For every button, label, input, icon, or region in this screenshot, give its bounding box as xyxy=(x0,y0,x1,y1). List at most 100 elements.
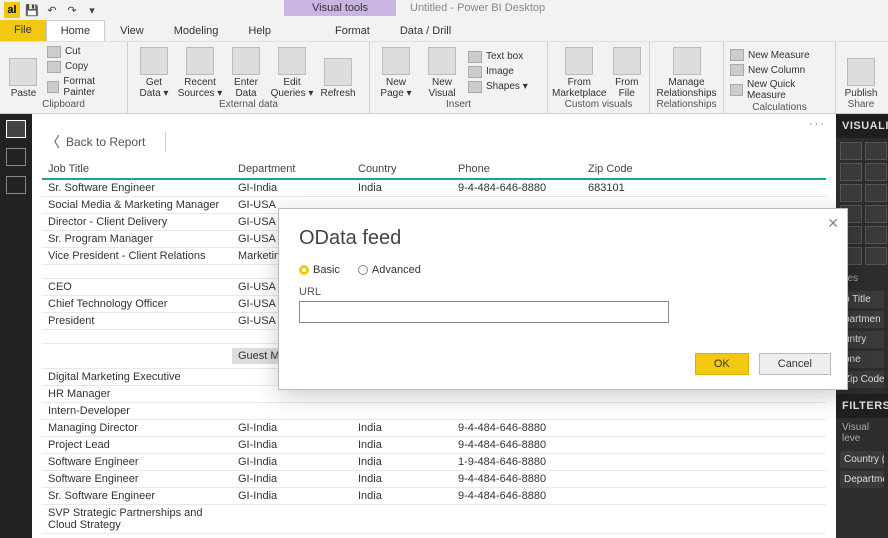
textbox-button[interactable]: Text box xyxy=(466,50,530,64)
dialog-title: OData feed xyxy=(299,227,827,250)
ribbon: Paste Cut Copy Format Painter Clipboard … xyxy=(0,42,888,114)
filter-tag[interactable]: Departme xyxy=(840,471,884,488)
new-page-button[interactable]: New Page ▾ xyxy=(374,44,418,99)
group-external-data: External data xyxy=(132,99,365,111)
back-label: Back to Report xyxy=(66,135,145,149)
menu-bar: File Home View Modeling Help Format Data… xyxy=(0,20,888,42)
file-menu[interactable]: File xyxy=(0,20,46,41)
url-input[interactable] xyxy=(299,301,669,323)
measure-icon xyxy=(730,49,744,61)
filter-tag[interactable]: Country (A xyxy=(840,451,884,468)
url-label: URL xyxy=(299,286,827,298)
radio-advanced[interactable]: Advanced xyxy=(358,264,421,276)
col-department[interactable]: Department xyxy=(232,160,352,179)
cut-button[interactable]: Cut xyxy=(45,45,123,59)
tab-data-drill[interactable]: Data / Drill xyxy=(385,20,466,41)
marketplace-icon xyxy=(565,47,593,75)
copy-icon xyxy=(47,61,61,73)
save-icon[interactable]: 💾 xyxy=(24,2,40,18)
edit-queries-button[interactable]: Edit Queries ▾ xyxy=(270,44,314,99)
enter-data-button[interactable]: Enter Data xyxy=(224,44,268,99)
image-button[interactable]: Image xyxy=(466,65,530,79)
paste-icon xyxy=(9,58,37,86)
column-icon xyxy=(730,64,744,76)
app-icon: al xyxy=(4,2,20,18)
recent-icon xyxy=(186,47,214,75)
table-row[interactable]: SVP Strategic Partnerships and Cloud Str… xyxy=(42,505,826,534)
manage-relationships-button[interactable]: Manage Relationships xyxy=(654,44,719,99)
format-painter-button[interactable]: Format Painter xyxy=(45,75,123,99)
left-nav-rail xyxy=(0,114,32,538)
redo-icon[interactable]: ↷ xyxy=(64,2,80,18)
paste-button[interactable]: Paste xyxy=(4,44,43,99)
group-custom-visuals: Custom visuals xyxy=(552,99,645,111)
group-relationships: Relationships xyxy=(654,99,719,111)
qat-dropdown-icon[interactable]: ▾ xyxy=(84,2,100,18)
file-icon xyxy=(613,47,641,75)
refresh-button[interactable]: Refresh xyxy=(316,44,360,99)
get-data-button[interactable]: Get Data ▾ xyxy=(132,44,176,99)
new-measure-button[interactable]: New Measure xyxy=(728,48,831,62)
tab-home[interactable]: Home xyxy=(46,20,105,41)
get-data-icon xyxy=(140,47,168,75)
quick-measure-icon xyxy=(730,84,743,96)
ok-button[interactable]: OK xyxy=(695,353,749,375)
textbox-icon xyxy=(468,51,482,63)
back-to-report-button[interactable]: 〈 Back to Report xyxy=(46,132,166,152)
group-share: Share xyxy=(840,99,882,111)
new-visual-button[interactable]: New Visual xyxy=(420,44,464,99)
table-row[interactable]: Software EngineerGI-IndiaIndia1-9-484-64… xyxy=(42,454,826,471)
relationships-icon xyxy=(673,47,701,75)
from-file-button[interactable]: From File xyxy=(608,44,645,99)
shapes-icon xyxy=(468,81,482,93)
cut-icon xyxy=(47,46,61,58)
recent-sources-button[interactable]: Recent Sources ▾ xyxy=(178,44,222,99)
cancel-button[interactable]: Cancel xyxy=(759,353,831,375)
report-view-icon[interactable] xyxy=(6,120,26,138)
new-column-button[interactable]: New Column xyxy=(728,63,831,77)
table-row[interactable]: Managing DirectorGI-IndiaIndia9-4-484-64… xyxy=(42,420,826,437)
col-job-title[interactable]: Job Title xyxy=(42,160,232,179)
radio-basic[interactable]: Basic xyxy=(299,264,340,276)
undo-icon[interactable]: ↶ xyxy=(44,2,60,18)
col-country[interactable]: Country xyxy=(352,160,452,179)
table-row[interactable]: Project LeadGI-IndiaIndia9-4-484-646-888… xyxy=(42,437,826,454)
table-row[interactable]: Software EngineerGI-IndiaIndia9-4-484-64… xyxy=(42,471,826,488)
model-view-icon[interactable] xyxy=(6,176,26,194)
group-clipboard: Clipboard xyxy=(4,99,123,111)
new-page-icon xyxy=(382,47,410,75)
copy-button[interactable]: Copy xyxy=(45,60,123,74)
from-marketplace-button[interactable]: From Marketplace xyxy=(552,44,606,99)
shapes-button[interactable]: Shapes ▾ xyxy=(466,80,530,94)
table-row[interactable]: Sr. Software EngineerGI-IndiaIndia9-4-48… xyxy=(42,179,826,197)
data-view-icon[interactable] xyxy=(6,148,26,166)
edit-queries-icon xyxy=(278,47,306,75)
refresh-icon xyxy=(324,58,352,86)
tab-help[interactable]: Help xyxy=(233,20,286,41)
odata-feed-dialog: ✕ OData feed Basic Advanced URL OK Cance… xyxy=(278,208,848,390)
title-bar: al 💾 ↶ ↷ ▾ Visual tools Untitled - Power… xyxy=(0,0,888,20)
col-zip[interactable]: Zip Code xyxy=(582,160,826,179)
tab-modeling[interactable]: Modeling xyxy=(159,20,234,41)
enter-data-icon xyxy=(232,47,260,75)
visualizations-header: VISUALIZ xyxy=(836,114,888,138)
filters-header: FILTERS xyxy=(836,394,888,418)
table-row[interactable]: Sr. Software EngineerGI-IndiaIndia9-4-48… xyxy=(42,488,826,505)
group-insert: Insert xyxy=(374,99,543,111)
table-row[interactable]: Intern-Developer xyxy=(42,403,826,420)
new-visual-icon xyxy=(428,47,456,75)
chevron-left-icon: 〈 xyxy=(46,132,60,152)
tab-format[interactable]: Format xyxy=(320,20,385,41)
group-calculations: Calculations xyxy=(728,102,831,114)
col-phone[interactable]: Phone xyxy=(452,160,582,179)
publish-button[interactable]: Publish xyxy=(840,44,882,99)
tab-view[interactable]: View xyxy=(105,20,159,41)
filter-level-label: Visual leve xyxy=(836,418,888,448)
more-options-icon[interactable]: ··· xyxy=(809,118,826,130)
close-icon[interactable]: ✕ xyxy=(827,215,839,232)
document-title: Untitled - Power BI Desktop xyxy=(410,2,545,14)
visual-tools-tab[interactable]: Visual tools xyxy=(284,0,396,16)
new-quick-measure-button[interactable]: New Quick Measure xyxy=(728,78,831,102)
brush-icon xyxy=(47,81,59,93)
publish-icon xyxy=(847,58,875,86)
